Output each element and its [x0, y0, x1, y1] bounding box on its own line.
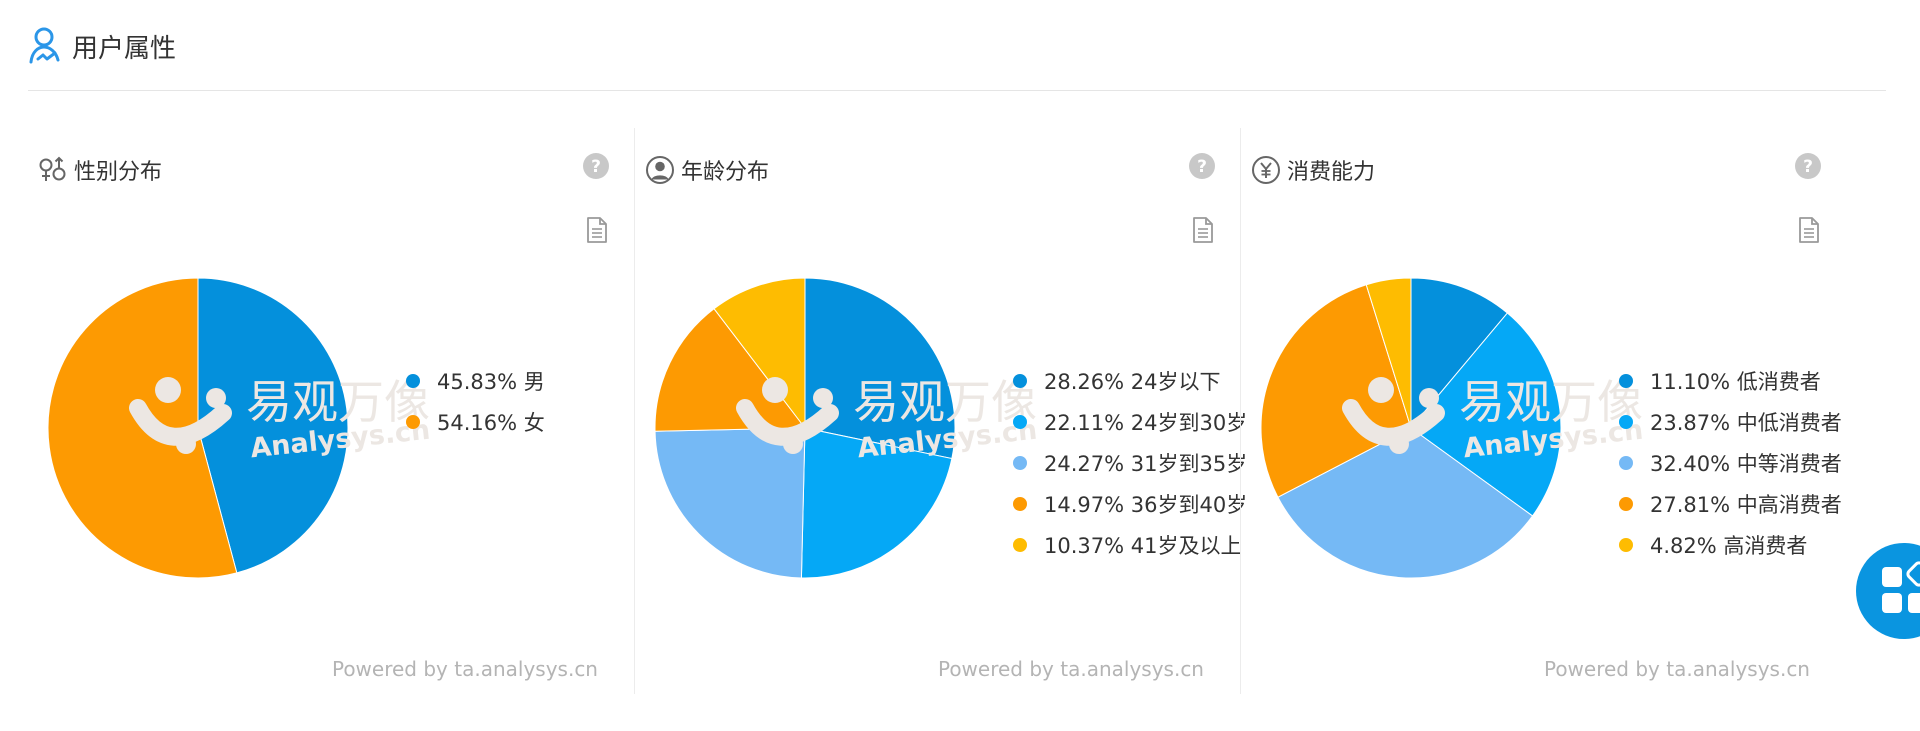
legend: 11.10% 低消费者 23.87% 中低消费者 32.40% 中等消费者 27…: [1618, 360, 1842, 565]
section-header: 用户属性: [28, 22, 176, 70]
panel-age: 年龄分布 ? 易观万像 Analysys.cn 28.26% 24岁以下 22.…: [633, 128, 1247, 694]
legend-item[interactable]: 24.27% 31岁到35岁: [1012, 442, 1248, 483]
legend-dot: [1012, 373, 1027, 388]
legend-item[interactable]: 4.82% 高消费者: [1618, 524, 1842, 565]
legend-item[interactable]: 22.11% 24岁到30岁: [1012, 401, 1248, 442]
legend-label: 中低消费者: [1736, 410, 1842, 435]
pie-chart-gender: [47, 277, 349, 579]
legend-label: 24岁到30岁: [1130, 410, 1248, 435]
legend-item[interactable]: 27.81% 中高消费者: [1618, 483, 1842, 524]
floating-apps-button[interactable]: [1856, 543, 1920, 639]
legend-item[interactable]: 54.16% 女: [406, 401, 545, 442]
gender-icon: [39, 156, 66, 181]
pie-slice[interactable]: [654, 427, 806, 579]
legend-label: 24岁以下: [1130, 369, 1221, 394]
legend-label: 41岁及以上: [1130, 533, 1242, 558]
document-icon[interactable]: [1192, 216, 1214, 244]
legend-item[interactable]: 45.83% 男: [406, 360, 545, 401]
legend-item[interactable]: 11.10% 低消费者: [1618, 360, 1842, 401]
help-icon[interactable]: ?: [1188, 152, 1216, 180]
pie-chart-age: [654, 277, 956, 579]
yen-circle-icon: [1251, 156, 1280, 184]
panel-header: 性别分布: [38, 154, 162, 186]
legend-item[interactable]: 10.37% 41岁及以上: [1012, 524, 1247, 565]
legend-label: 高消费者: [1723, 533, 1808, 558]
legend-label: 36岁到40岁: [1130, 492, 1248, 517]
panel-header: 年龄分布: [645, 154, 769, 186]
panel-title: 性别分布: [74, 160, 163, 185]
legend-pct: 28.26%: [1043, 369, 1125, 394]
legend-label: 31岁到35岁: [1130, 451, 1248, 476]
legend-item[interactable]: 32.40% 中等消费者: [1618, 442, 1842, 483]
legend-dot: [1012, 455, 1027, 470]
legend-pct: 11.10%: [1649, 369, 1731, 394]
panel-title: 年龄分布: [680, 160, 769, 185]
legend-dot: [1012, 414, 1027, 429]
legend-dot: [1618, 455, 1633, 470]
document-icon[interactable]: [586, 216, 608, 244]
legend-dot: [1012, 537, 1027, 552]
legend-dot: [1618, 537, 1633, 552]
section-title: 用户属性: [72, 33, 177, 64]
legend-pct: 54.16%: [437, 410, 518, 435]
powered-by: Powered by ta.analysys.cn: [331, 657, 598, 681]
user-circle-icon: [645, 156, 674, 184]
legend-pct: 14.97%: [1043, 492, 1125, 517]
legend-item[interactable]: 23.87% 中低消费者: [1618, 401, 1842, 442]
powered-by: Powered by ta.analysys.cn: [1543, 657, 1810, 681]
legend-dot: [406, 373, 420, 388]
legend-pct: 23.87%: [1649, 410, 1731, 435]
user-profile-icon: [29, 27, 60, 64]
svg-text:?: ?: [591, 157, 601, 177]
pie-chart-spending: [1260, 277, 1562, 579]
legend-pct: 10.37%: [1043, 533, 1125, 558]
legend-dot: [1618, 496, 1633, 511]
document-icon[interactable]: [1798, 216, 1820, 244]
legend-label: 女: [523, 410, 545, 435]
pie-slice[interactable]: [804, 277, 956, 460]
legend-pct: 4.82%: [1649, 533, 1717, 558]
help-icon[interactable]: ?: [582, 152, 610, 180]
legend: 28.26% 24岁以下 22.11% 24岁到30岁 24.27% 31岁到3…: [1012, 360, 1248, 565]
svg-text:?: ?: [1197, 157, 1207, 177]
legend: 45.83% 男 54.16% 女: [406, 360, 545, 442]
legend-pct: 32.40%: [1649, 451, 1731, 476]
legend-item[interactable]: 14.97% 36岁到40岁: [1012, 483, 1248, 524]
legend-dot: [1012, 496, 1027, 511]
legend-pct: 22.11%: [1043, 410, 1125, 435]
panel-spending: 消费能力 ? 易观万像 Analysys.cn 11.10% 低消费者 23.8…: [1239, 128, 1846, 694]
legend-label: 中高消费者: [1736, 492, 1842, 517]
svg-text:?: ?: [1803, 157, 1813, 177]
panel-header: 消费能力: [1251, 154, 1375, 186]
legend-dot: [1618, 414, 1633, 429]
legend-pct: 24.27%: [1043, 451, 1125, 476]
legend-dot: [1618, 373, 1633, 388]
legend-dot: [406, 414, 420, 429]
legend-label: 中等消费者: [1736, 451, 1842, 476]
legend-item[interactable]: 28.26% 24岁以下: [1012, 360, 1247, 401]
legend-label: 低消费者: [1736, 369, 1821, 394]
panels-row: 性别分布 ? 易观万像 Analysys.cn 45.83% 男 54.16% …: [28, 128, 1846, 694]
panel-title: 消费能力: [1286, 160, 1375, 185]
apps-grid-icon: [1882, 561, 1920, 613]
legend-pct: 27.81%: [1649, 492, 1731, 517]
panel-gender: 性别分布 ? 易观万像 Analysys.cn 45.83% 男 54.16% …: [28, 128, 634, 694]
powered-by: Powered by ta.analysys.cn: [937, 657, 1204, 681]
legend-label: 男: [523, 369, 545, 394]
legend-pct: 45.83%: [437, 369, 518, 394]
help-icon[interactable]: ?: [1794, 152, 1822, 180]
header-divider: [28, 90, 1886, 91]
